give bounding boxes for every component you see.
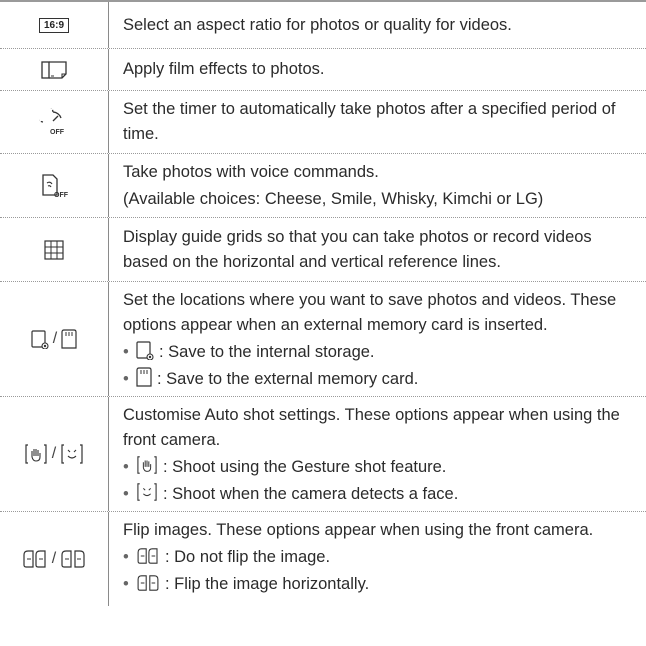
- voice-shutter-off-icon: OFF: [42, 173, 69, 199]
- bullet-item: • : Shoot when the camera detects a face…: [123, 482, 636, 507]
- icon-cell: /: [0, 282, 109, 396]
- description-text: Select an aspect ratio for photos or qua…: [123, 15, 512, 34]
- description-cell: Set the timer to automatically take phot…: [109, 91, 646, 153]
- description-cell: Display guide grids so that you can take…: [109, 218, 646, 281]
- table-row: Apply film effects to photos.: [0, 49, 646, 91]
- grid-icon: [44, 239, 64, 260]
- bullet: •: [123, 548, 129, 566]
- bullet: •: [123, 343, 129, 361]
- description-text: Flip images. These options appear when u…: [123, 521, 594, 539]
- table-row: 16:9 Select an aspect ratio for photos o…: [0, 2, 646, 49]
- bullet-item: • : Save to the external memory card.: [123, 367, 636, 392]
- table-row: OFF Take photos with voice commands. (Av…: [0, 154, 646, 218]
- internal-storage-icon: [31, 330, 49, 349]
- timer-off-icon: OFF: [39, 108, 65, 136]
- table-row: / Set the locations where you want to sa…: [0, 282, 646, 397]
- description-text: Take photos with voice commands.: [123, 163, 379, 181]
- description-cell: Take photos with voice commands. (Availa…: [109, 154, 646, 217]
- icon-cell: /: [0, 397, 109, 511]
- description-cell: Customise Auto shot settings. These opti…: [109, 397, 646, 511]
- icon-cell: 16:9: [0, 2, 109, 48]
- icon-cell: /: [0, 512, 109, 606]
- bullet-text: : Do not flip the image.: [164, 548, 331, 566]
- timer-off-label: OFF: [50, 129, 65, 136]
- bullet-text: : Shoot using the Gesture shot feature.: [162, 458, 447, 476]
- gesture-shot-icon: [137, 456, 158, 474]
- bullet-text: : Save to the external memory card.: [156, 370, 419, 388]
- aspect-ratio-icon: 16:9: [38, 17, 69, 33]
- icon-cell: [0, 49, 109, 90]
- bullet: •: [123, 458, 129, 476]
- bullet-text: : Shoot when the camera detects a face.: [162, 485, 459, 503]
- bullet-item: • : Shoot using the Gesture shot feature…: [123, 455, 636, 480]
- table-row: OFF Set the timer to automatically take …: [0, 91, 646, 154]
- bullet-item: • : Flip the image horizontally.: [123, 572, 636, 597]
- description-text: Apply film effects to photos.: [123, 60, 325, 78]
- voice-off-label: OFF: [54, 192, 69, 199]
- gesture-shot-icon: [25, 444, 47, 464]
- description-cell: Flip images. These options appear when u…: [109, 512, 646, 606]
- camera-options-table: 16:9 Select an aspect ratio for photos o…: [0, 0, 646, 606]
- no-flip-icon: [137, 548, 158, 564]
- internal-storage-icon: [136, 341, 154, 360]
- film-effect-icon: [41, 60, 67, 79]
- table-row: / Customise Auto shot settings. These op…: [0, 397, 646, 512]
- bullet-text: : Save to the internal storage.: [158, 343, 375, 361]
- description-cell: Apply film effects to photos.: [109, 49, 646, 90]
- face-detect-icon: [61, 444, 83, 464]
- bullet: •: [123, 485, 129, 503]
- table-row: Display guide grids so that you can take…: [0, 218, 646, 282]
- separator: /: [52, 330, 58, 347]
- bullet-text: : Flip the image horizontally.: [164, 575, 370, 593]
- description-text: Customise Auto shot settings. These opti…: [123, 406, 620, 449]
- bullet: •: [123, 575, 129, 593]
- icon-cell: [0, 218, 109, 281]
- bullet-item: • : Save to the internal storage.: [123, 340, 636, 365]
- description-text: (Available choices: Cheese, Smile, Whisk…: [123, 190, 544, 208]
- face-detect-icon: [137, 483, 158, 501]
- bullet-item: • : Do not flip the image.: [123, 545, 636, 570]
- description-text: Set the timer to automatically take phot…: [123, 100, 616, 143]
- description-text: Set the locations where you want to save…: [123, 291, 617, 334]
- memory-card-icon: [136, 367, 152, 387]
- description-cell: Select an aspect ratio for photos or qua…: [109, 2, 646, 48]
- bullet: •: [123, 370, 129, 388]
- separator: /: [51, 445, 57, 462]
- flip-horizontal-icon: [137, 575, 159, 591]
- no-flip-icon: [23, 550, 46, 568]
- description-text: Display guide grids so that you can take…: [123, 227, 592, 271]
- icon-cell: OFF: [0, 154, 109, 217]
- description-cell: Set the locations where you want to save…: [109, 282, 646, 396]
- icon-cell: OFF: [0, 91, 109, 153]
- separator: /: [51, 550, 57, 567]
- table-row: / Flip images. These options appear when…: [0, 512, 646, 606]
- memory-card-icon: [61, 329, 77, 349]
- flip-horizontal-icon: [61, 550, 85, 568]
